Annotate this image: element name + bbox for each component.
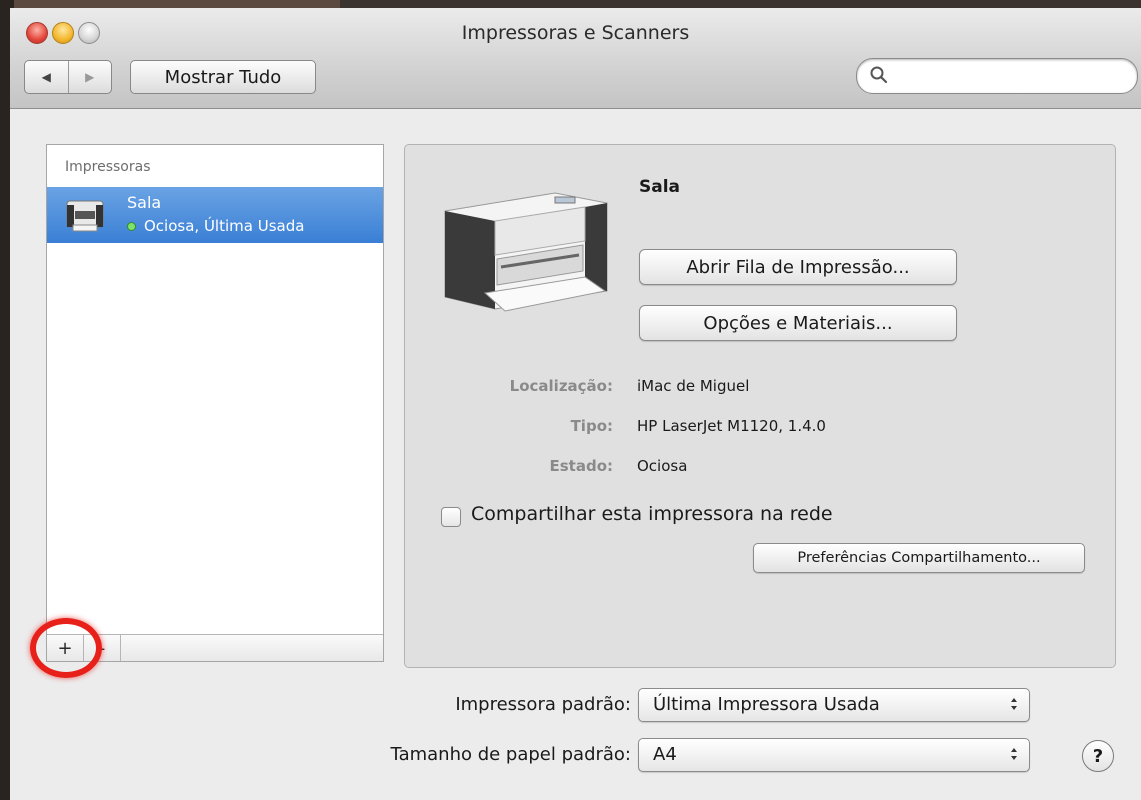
paper-size-value: A4: [653, 744, 677, 765]
location-label: Localização:: [509, 377, 613, 395]
sharing-preferences-button[interactable]: Preferências Compartilhamento...: [753, 543, 1085, 573]
status-idle-icon: [127, 221, 136, 231]
printer-image: [444, 192, 608, 312]
help-button[interactable]: ?: [1082, 740, 1114, 772]
printer-status: Ociosa, Última Usada: [127, 217, 304, 235]
back-forward-control: ◀ ▶: [24, 60, 112, 94]
window-title: Impressoras e Scanners: [461, 22, 690, 44]
paper-size-popup[interactable]: A4: [638, 738, 1030, 772]
state-row: Estado: Ociosa: [405, 457, 1115, 481]
printer-name: Sala: [127, 193, 162, 212]
location-value: iMac de Miguel: [637, 377, 750, 395]
forward-arrow-icon: ▶: [85, 70, 95, 84]
type-row: Tipo: HP LaserJet M1120, 1.4.0: [405, 417, 1115, 441]
type-value: HP LaserJet M1120, 1.4.0: [637, 417, 826, 435]
printer-list-header: Impressoras: [65, 159, 151, 175]
up-down-arrows-icon: [1011, 748, 1017, 760]
show-all-button[interactable]: Mostrar Tudo: [130, 60, 316, 94]
printer-detail-panel: Sala Abrir Fila de Impressão... Opções e…: [404, 144, 1116, 668]
state-value: Ociosa: [637, 457, 688, 475]
printer-status-text: Ociosa, Última Usada: [144, 217, 305, 235]
selected-printer-name: Sala: [639, 177, 681, 197]
search-icon: [870, 66, 888, 84]
printer-list-item[interactable]: Sala Ociosa, Última Usada: [47, 187, 383, 243]
highlight-circle: [30, 618, 102, 678]
state-label: Estado:: [549, 457, 613, 475]
preferences-window: Impressoras e Scanners ◀ ▶ Mostrar Tudo …: [10, 8, 1141, 800]
default-printer-label: Impressora padrão:: [455, 694, 631, 715]
open-print-queue-button[interactable]: Abrir Fila de Impressão...: [639, 249, 957, 285]
search-input[interactable]: [893, 63, 1127, 89]
options-supplies-button[interactable]: Opções e Materiais...: [639, 305, 957, 341]
default-printer-value: Última Impressora Usada: [653, 694, 880, 715]
up-down-arrows-icon: [1011, 698, 1017, 710]
forward-button[interactable]: ▶: [67, 61, 112, 93]
share-printer-label[interactable]: Compartilhar esta impressora na rede: [471, 503, 833, 525]
back-arrow-icon: ◀: [41, 70, 51, 84]
printer-list: Impressoras Sala Ociosa, Última Usada + …: [46, 144, 384, 662]
back-button[interactable]: ◀: [25, 61, 68, 93]
default-printer-popup[interactable]: Última Impressora Usada: [638, 688, 1030, 722]
printer-icon: [66, 200, 104, 232]
location-row: Localização: iMac de Miguel: [405, 377, 1115, 401]
paper-size-label: Tamanho de papel padrão:: [390, 744, 631, 765]
window-titlebar: Impressoras e Scanners ◀ ▶ Mostrar Tudo: [10, 8, 1141, 109]
search-field[interactable]: [856, 58, 1138, 94]
type-label: Tipo:: [570, 417, 613, 435]
share-printer-checkbox[interactable]: [441, 507, 461, 527]
